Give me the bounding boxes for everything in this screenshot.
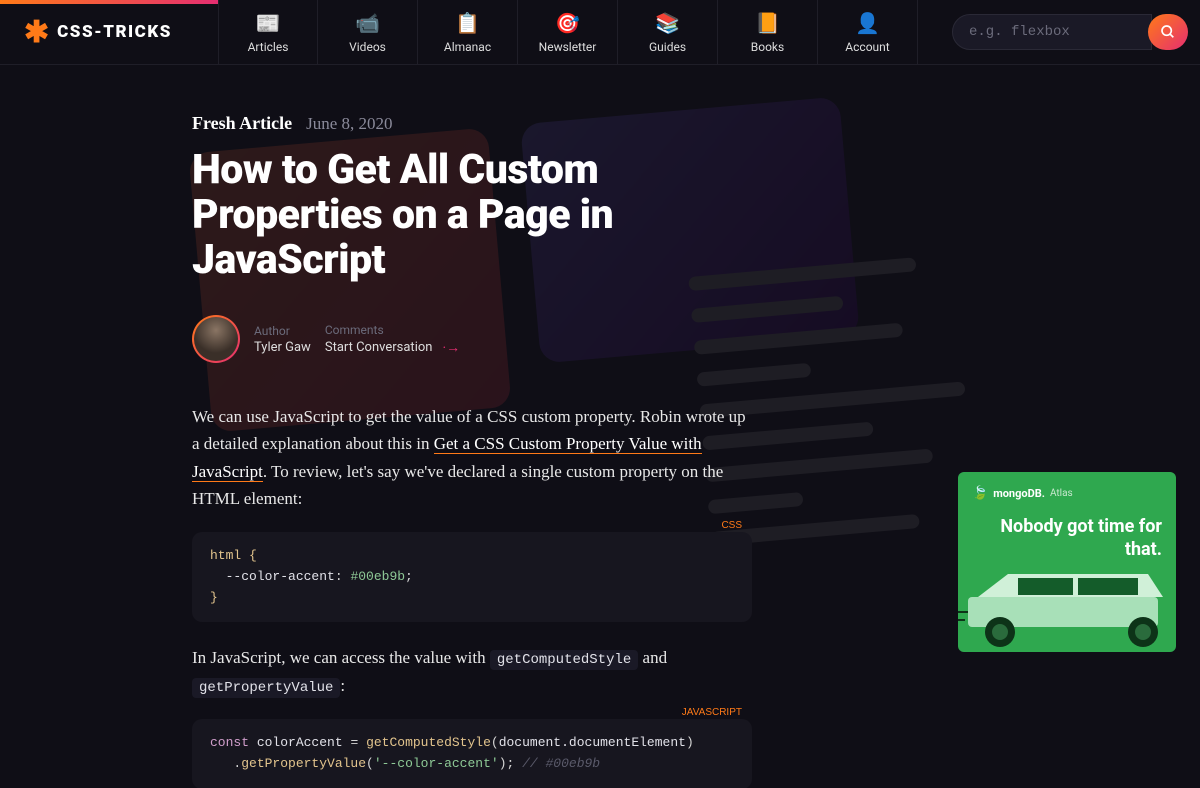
paragraph: In JavaScript, we can access the value w… <box>192 644 752 699</box>
sidebar-ad[interactable]: 🍃 mongoDB. Atlas Nobody got time for tha… <box>958 472 1176 652</box>
article-title: How to Get All Custom Properties on a Pa… <box>192 148 760 283</box>
articles-icon: 📰 <box>256 11 281 35</box>
almanac-icon: 📋 <box>455 11 480 35</box>
code-language-badge: CSS <box>721 518 742 534</box>
comments-meta: Comments Start Conversation ·→ <box>325 323 460 356</box>
asterisk-icon: ✱ <box>24 15 49 50</box>
books-icon: 📙 <box>755 11 780 35</box>
inline-code: getComputedStyle <box>490 650 638 670</box>
fresh-article-label: Fresh Article <box>192 113 292 134</box>
nav-books[interactable]: 📙Books <box>718 0 818 65</box>
comments-label: Comments <box>325 323 460 337</box>
mongodb-leaf-icon: 🍃 <box>972 486 988 501</box>
newsletter-icon: 🎯 <box>555 11 580 35</box>
author-label: Author <box>254 324 311 338</box>
code-block-css: CSS html { --color-accent: #00eb9b; } <box>192 532 752 622</box>
article-date: June 8, 2020 <box>306 114 392 134</box>
nav-articles[interactable]: 📰Articles <box>218 0 318 65</box>
ad-brand: 🍃 mongoDB. Atlas <box>972 486 1162 501</box>
nav-almanac[interactable]: 📋Almanac <box>418 0 518 65</box>
author-meta: Author Tyler Gaw <box>254 324 311 355</box>
search <box>940 14 1200 50</box>
search-button[interactable] <box>1148 14 1188 50</box>
author-row: Author Tyler Gaw Comments Start Conversa… <box>192 315 760 363</box>
account-icon: 👤 <box>855 11 880 35</box>
main-nav: 📰Articles 📹Videos 📋Almanac 🎯Newsletter 📚… <box>218 0 940 65</box>
nav-videos[interactable]: 📹Videos <box>318 0 418 65</box>
inline-code: getPropertyValue <box>192 678 340 698</box>
delorean-icon <box>958 562 1176 652</box>
nav-account[interactable]: 👤Account <box>818 0 918 65</box>
article-body: We can use JavaScript to get the value o… <box>192 403 752 788</box>
article-meta: Fresh Article June 8, 2020 <box>192 113 760 134</box>
start-conversation-link[interactable]: Start Conversation ·→ <box>325 339 460 356</box>
search-input[interactable] <box>952 14 1152 50</box>
site-name: CSS-TRICKS <box>57 22 172 42</box>
search-icon <box>1160 24 1176 40</box>
nav-newsletter[interactable]: 🎯Newsletter <box>518 0 618 65</box>
code-block-js: JavaScript const colorAccent = getComput… <box>192 719 752 788</box>
article: Fresh Article June 8, 2020 How to Get Al… <box>0 65 760 788</box>
videos-icon: 📹 <box>355 11 380 35</box>
accent-bar <box>0 0 218 4</box>
arrow-right-icon: ·→ <box>442 339 460 356</box>
site-header: ✱ CSS-TRICKS 📰Articles 📹Videos 📋Almanac … <box>0 0 1200 65</box>
avatar[interactable] <box>192 315 240 363</box>
site-logo[interactable]: ✱ CSS-TRICKS <box>0 15 218 50</box>
nav-guides[interactable]: 📚Guides <box>618 0 718 65</box>
guides-icon: 📚 <box>655 11 680 35</box>
code-language-badge: JavaScript <box>682 705 742 721</box>
author-name[interactable]: Tyler Gaw <box>254 340 311 355</box>
ad-headline: Nobody got time for that. <box>972 515 1162 562</box>
paragraph: We can use JavaScript to get the value o… <box>192 403 752 512</box>
